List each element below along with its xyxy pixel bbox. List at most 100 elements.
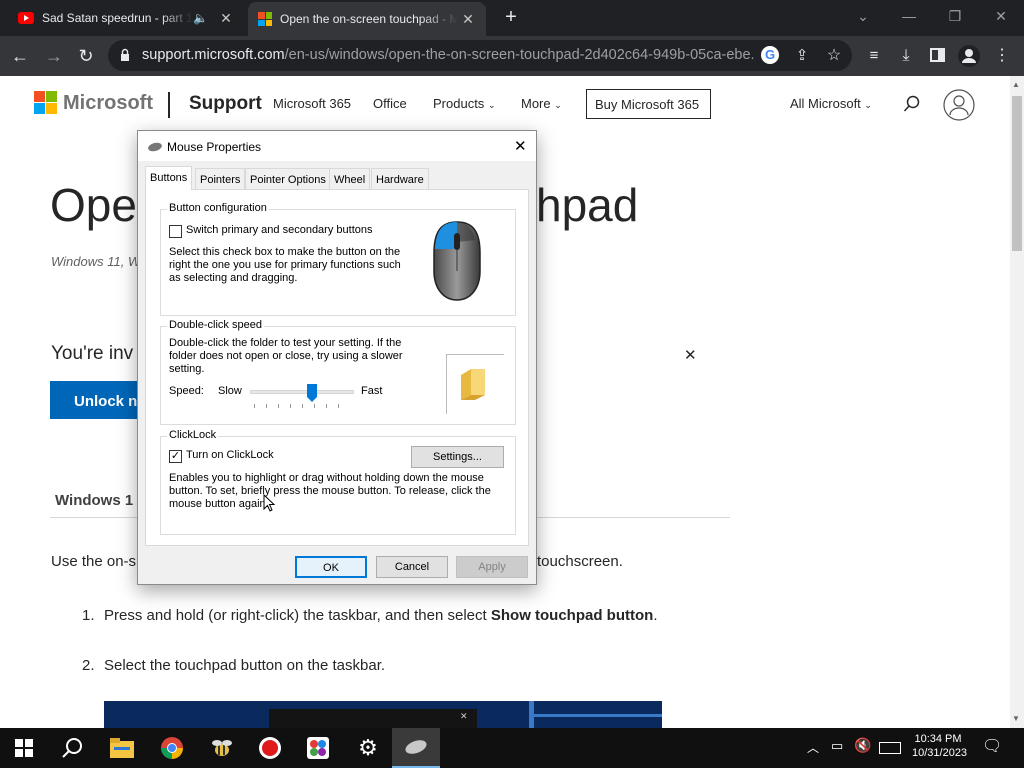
- page-title-start: Ope: [50, 179, 137, 231]
- tab-pointer-options[interactable]: Pointer Options: [245, 168, 331, 190]
- clicklock-checkbox[interactable]: ✓: [169, 450, 182, 463]
- chevron-down-icon: ⌄: [487, 100, 496, 110]
- media-queue-icon[interactable]: ≡: [862, 44, 886, 68]
- bee-app-icon[interactable]: [198, 728, 246, 768]
- youtube-icon: [18, 12, 34, 24]
- reload-icon[interactable]: ↻: [74, 44, 98, 68]
- tab-title: Sad Satan speedrun - part 1: [42, 11, 193, 25]
- account-icon[interactable]: [943, 89, 975, 121]
- tab-title: Open the on-screen touchpad - Microsoft …: [280, 12, 458, 26]
- restore-icon[interactable]: ❐: [932, 4, 978, 30]
- checkmark-icon: ✓: [170, 450, 181, 462]
- tab-youtube[interactable]: Sad Satan speedrun - part 1 🔈 ✕: [8, 0, 244, 36]
- screenshot-image: ✕: [104, 701, 662, 728]
- support-link[interactable]: Support: [189, 93, 262, 115]
- slow-label: Slow: [218, 385, 242, 397]
- group-label: ClickLock: [167, 429, 219, 441]
- mouse-properties-dialog: Mouse Properties ✕ Buttons Pointers Poin…: [137, 130, 537, 585]
- share-icon[interactable]: ⇪: [790, 44, 814, 68]
- page-title-end: hpad: [536, 179, 639, 231]
- test-folder-area[interactable]: [446, 354, 504, 414]
- group-label: Double-click speed: [167, 319, 264, 331]
- speaker-icon[interactable]: 🔈: [193, 11, 208, 25]
- scroll-up-icon[interactable]: ▲: [1012, 80, 1020, 89]
- brand-name[interactable]: Microsoft: [63, 92, 153, 115]
- download-icon[interactable]: ⤓: [894, 44, 918, 68]
- chevron-down-icon: ⌄: [864, 100, 872, 110]
- nav-products[interactable]: Products ⌄: [433, 96, 495, 111]
- buy-microsoft-365-button[interactable]: Buy Microsoft 365: [586, 89, 711, 119]
- bookmark-star-icon[interactable]: ☆: [822, 44, 846, 68]
- clicklock-settings-button[interactable]: Settings...: [411, 446, 504, 468]
- windows-start-icon[interactable]: [0, 728, 48, 768]
- fast-label: Fast: [361, 385, 383, 397]
- scroll-down-icon[interactable]: ▼: [1012, 714, 1020, 723]
- dialog-title: Mouse Properties: [167, 140, 262, 154]
- cancel-button[interactable]: Cancel: [376, 556, 448, 578]
- nav-more[interactable]: More ⌄: [521, 96, 562, 111]
- lock-icon[interactable]: [120, 48, 130, 62]
- all-microsoft-menu[interactable]: All Microsoft ⌄: [790, 96, 872, 111]
- new-tab-icon[interactable]: +: [498, 5, 524, 31]
- mouse-app-icon[interactable]: [392, 728, 440, 768]
- game-app-icon[interactable]: [294, 728, 342, 768]
- banner-text: You're inv: [51, 343, 134, 364]
- side-panel-icon[interactable]: [930, 48, 945, 62]
- close-banner-icon[interactable]: ✕: [684, 346, 697, 364]
- apply-button[interactable]: Apply: [456, 556, 528, 578]
- button-config-description: Select this check box to make the button…: [169, 246, 401, 284]
- speed-slider-thumb[interactable]: [307, 384, 318, 402]
- tab-search-chevron-icon[interactable]: ⌄: [840, 4, 886, 30]
- close-window-icon[interactable]: ✕: [978, 4, 1024, 30]
- clock[interactable]: 10:34 PM 10/31/2023: [912, 733, 967, 759]
- mouse-illustration-icon: [430, 219, 484, 303]
- record-icon[interactable]: [246, 728, 294, 768]
- speed-slider-track[interactable]: [250, 390, 354, 394]
- keyboard-icon[interactable]: [879, 742, 901, 754]
- checkbox-label[interactable]: Switch primary and secondary buttons: [186, 224, 372, 236]
- search-icon[interactable]: [48, 728, 96, 768]
- tab-wheel[interactable]: Wheel: [329, 168, 371, 190]
- close-tab-icon[interactable]: ✕: [458, 11, 478, 28]
- double-click-description: Double-click the folder to test your set…: [169, 337, 403, 375]
- close-icon: ✕: [460, 711, 468, 721]
- volume-muted-icon[interactable]: 🔇: [854, 737, 871, 754]
- more-menu-icon[interactable]: ⋮: [990, 44, 1014, 68]
- tab-pointers[interactable]: Pointers: [195, 168, 246, 190]
- tab-hardware[interactable]: Hardware: [371, 168, 429, 190]
- ok-button[interactable]: OK: [295, 556, 367, 578]
- tab-microsoft-support[interactable]: Open the on-screen touchpad - Microsoft …: [248, 2, 486, 36]
- settings-gear-icon[interactable]: ⚙: [344, 728, 392, 768]
- search-icon[interactable]: [903, 95, 921, 113]
- scrollbar-thumb[interactable]: [1012, 96, 1022, 251]
- header-divider: [168, 92, 170, 118]
- slider-ticks: [254, 404, 350, 408]
- applies-to: Windows 11, W: [51, 254, 141, 269]
- nav-microsoft-365[interactable]: Microsoft 365: [273, 96, 351, 111]
- tray-chevron-icon[interactable]: ︿: [807, 739, 819, 756]
- network-icon[interactable]: ▭: [831, 738, 843, 754]
- windows-section-heading[interactable]: Windows 1: [55, 492, 133, 509]
- google-lens-icon[interactable]: G: [761, 46, 779, 64]
- tab-buttons[interactable]: Buttons: [145, 166, 193, 190]
- minimize-icon[interactable]: —: [886, 4, 932, 30]
- notification-icon[interactable]: 🗨: [982, 736, 1002, 756]
- microsoft-logo-icon[interactable]: [34, 91, 57, 114]
- forward-icon[interactable]: →: [42, 44, 66, 68]
- file-explorer-icon[interactable]: [98, 728, 146, 768]
- switch-buttons-checkbox[interactable]: [169, 225, 182, 238]
- url-text[interactable]: support.microsoft.com/en-us/windows/open…: [142, 47, 754, 63]
- step-1: 1. Press and hold (or right-click) the ta…: [82, 607, 658, 624]
- tab-panel: Button configuration Switch primary and …: [145, 189, 529, 546]
- close-icon[interactable]: ✕: [514, 137, 527, 155]
- close-tab-icon[interactable]: ✕: [216, 10, 236, 27]
- nav-office[interactable]: Office: [373, 96, 407, 111]
- profile-icon[interactable]: [958, 45, 980, 67]
- folder-icon[interactable]: [459, 367, 489, 401]
- speed-label: Speed:: [169, 385, 204, 397]
- clicklock-description: Enables you to highlight or drag without…: [169, 472, 491, 510]
- intro-text-start: Use the on-s: [51, 553, 137, 570]
- back-icon[interactable]: ←: [8, 44, 32, 68]
- chrome-icon[interactable]: [148, 728, 196, 768]
- checkbox-label[interactable]: Turn on ClickLock: [186, 449, 274, 461]
